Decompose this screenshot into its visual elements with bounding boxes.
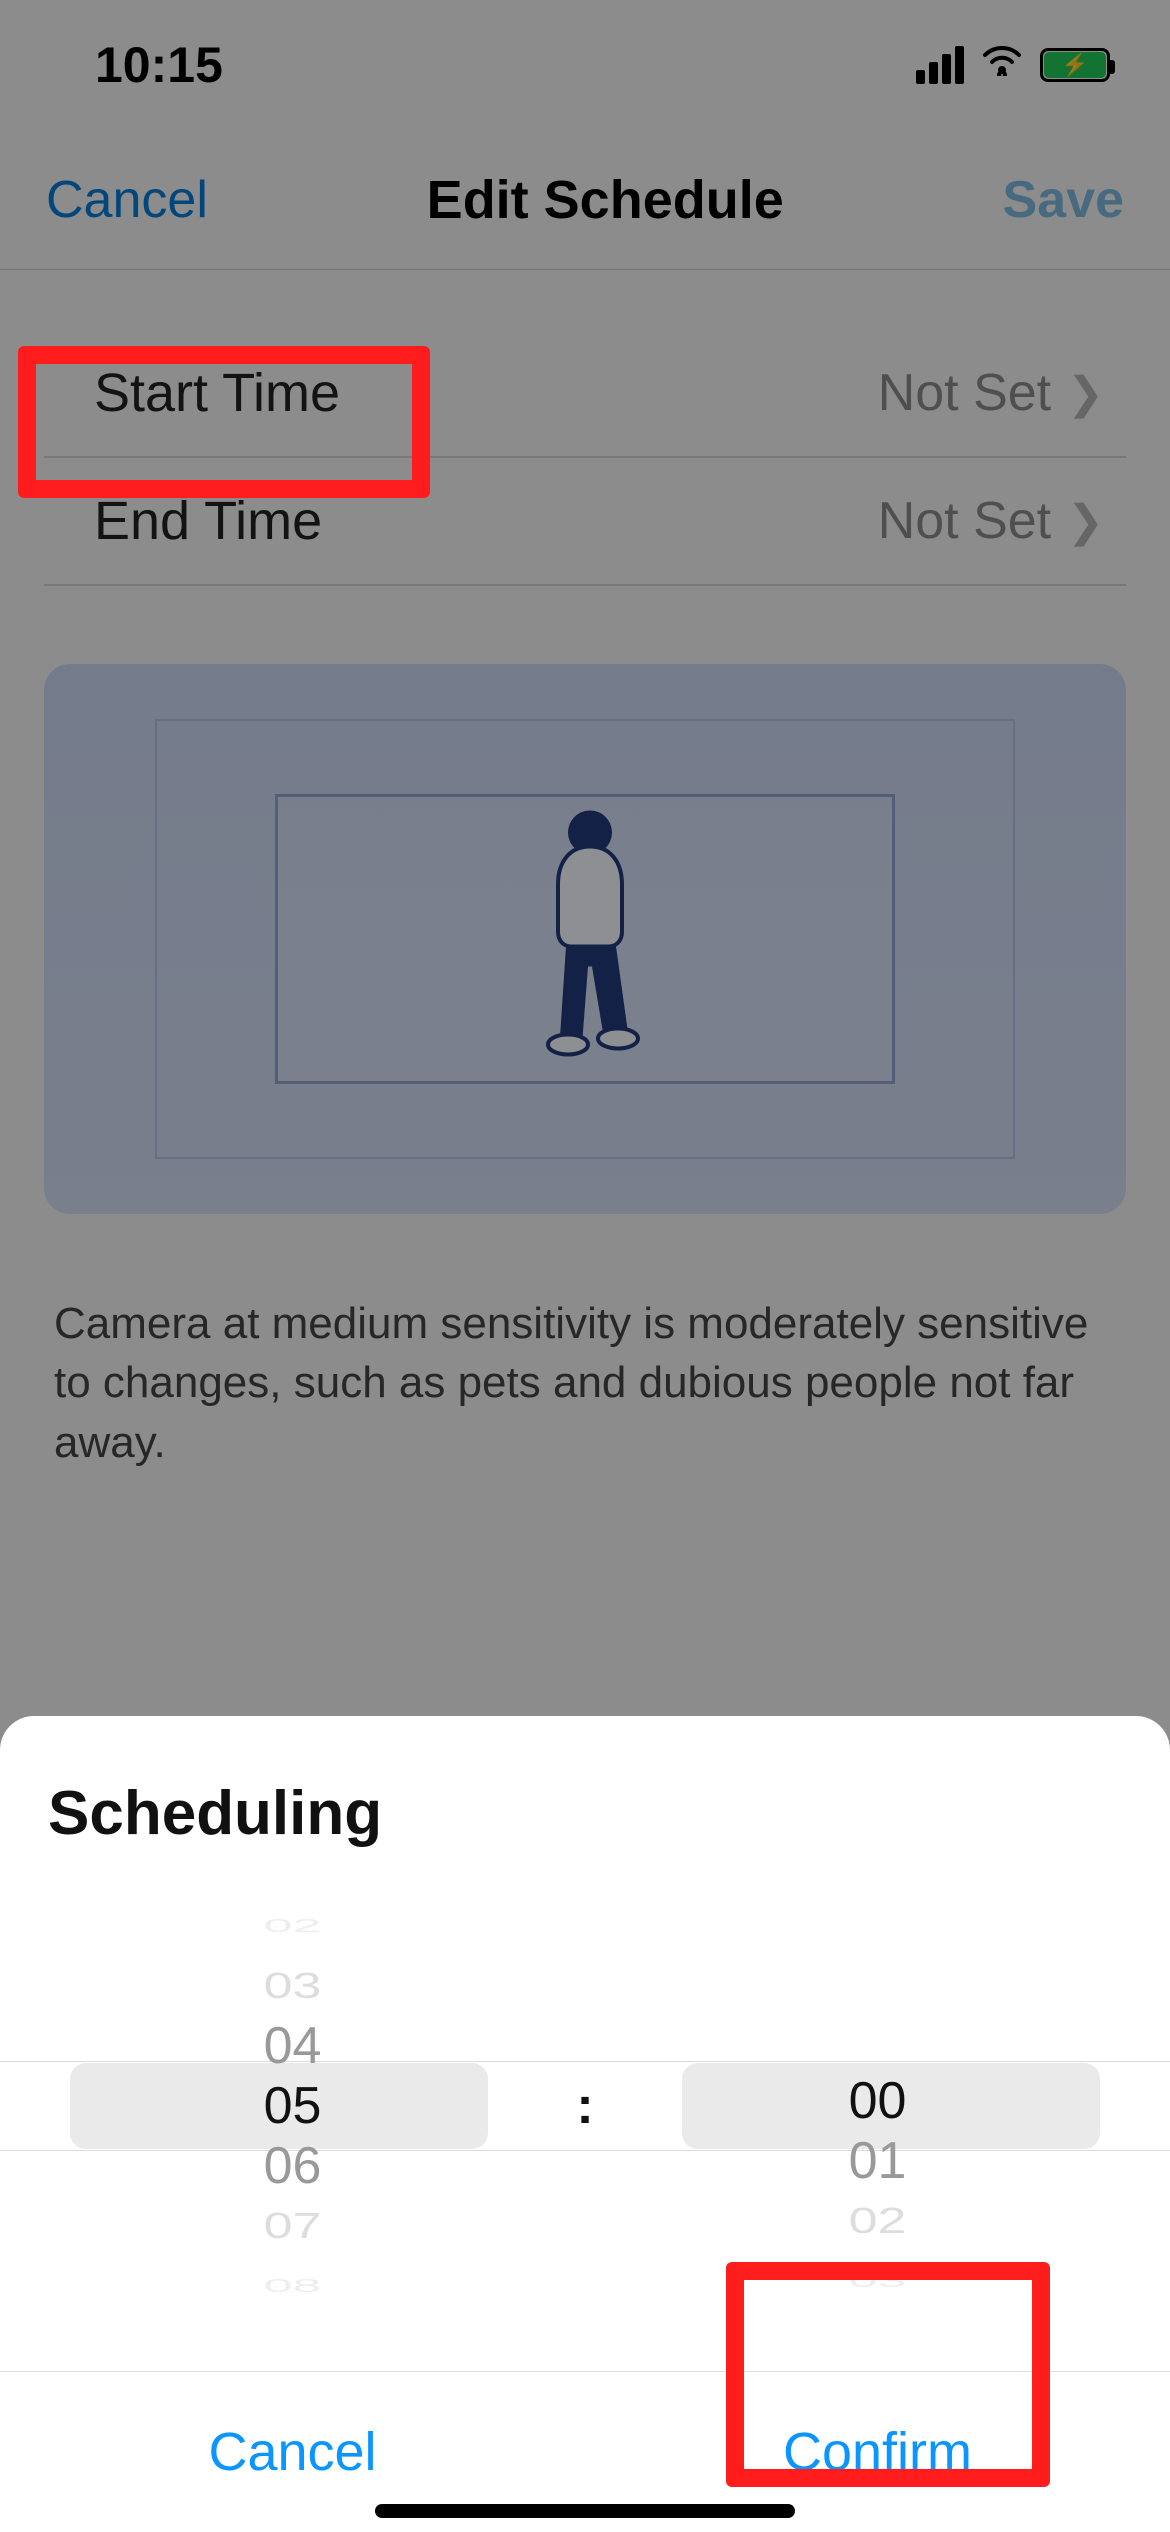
time-picker[interactable]: : 02 03 04 05 06 07 08 00 01 0 [0,1901,1170,2311]
navigation-bar: Cancel Edit Schedule Save [0,130,1170,270]
end-time-row[interactable]: End Time Not Set ❯ [44,458,1126,586]
start-time-value: Not Set [878,363,1051,423]
status-bar: 10:15 ⚡ [0,0,1170,130]
hour-selected: 05 [264,2076,322,2136]
nav-cancel-button[interactable]: Cancel [46,170,208,230]
end-time-value: Not Set [878,491,1051,551]
chevron-right-icon: ❯ [1067,368,1104,419]
page-title: Edit Schedule [427,169,784,231]
time-separator: : [576,2076,593,2136]
cellular-icon [916,46,964,84]
home-indicator [375,2504,795,2518]
nav-save-button[interactable]: Save [1003,170,1124,230]
battery-charging-icon: ⚡ [1040,48,1110,82]
sensitivity-illustration [44,664,1126,1214]
sensitivity-description: Camera at medium sensitivity is moderate… [44,1294,1126,1472]
chevron-right-icon: ❯ [1067,496,1104,547]
start-time-label: Start Time [94,362,340,424]
minute-selected: 00 [849,2071,907,2131]
start-time-row[interactable]: Start Time Not Set ❯ [44,330,1126,458]
status-time: 10:15 [95,36,223,94]
scheduling-sheet: Scheduling : 02 03 04 05 06 07 08 [0,1716,1170,2532]
wifi-icon [980,43,1024,83]
sheet-title: Scheduling [0,1778,1170,1901]
person-icon [520,807,650,1072]
hour-picker[interactable]: 02 03 04 05 06 07 08 [0,1901,585,2311]
end-time-label: End Time [94,490,322,552]
minute-picker[interactable]: 00 01 02 03 [585,1901,1170,2311]
